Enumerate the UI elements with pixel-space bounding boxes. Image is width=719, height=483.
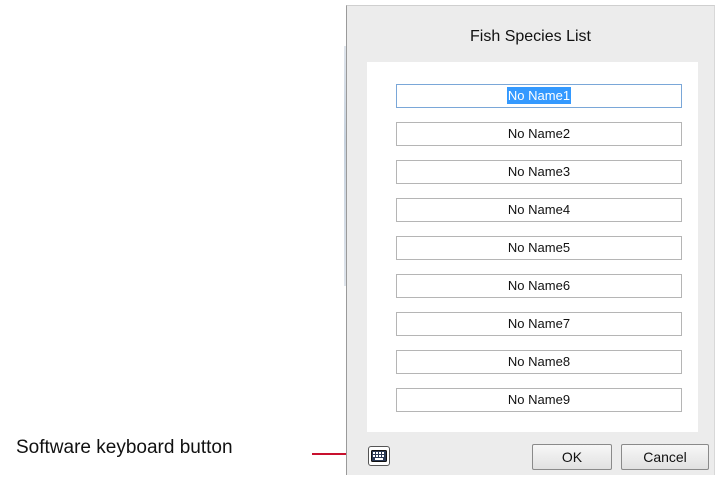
annotation-label: Software keyboard button — [16, 437, 233, 458]
species-name-field-4[interactable]: No Name4 — [396, 198, 682, 222]
species-name-field-7[interactable]: No Name7 — [396, 312, 682, 336]
species-name-field-8[interactable]: No Name8 — [396, 350, 682, 374]
species-name-field-2[interactable]: No Name2 — [396, 122, 682, 146]
species-name-field-5[interactable]: No Name5 — [396, 236, 682, 260]
dialog-title: Fish Species List — [470, 28, 591, 45]
species-name-field-3[interactable]: No Name3 — [396, 160, 682, 184]
species-list-panel: No Name1 No Name2 No Name3 No Name4 No N… — [367, 62, 698, 432]
software-keyboard-button[interactable] — [368, 446, 390, 466]
cancel-button[interactable]: Cancel — [621, 444, 709, 470]
species-name-field-6[interactable]: No Name6 — [396, 274, 682, 298]
species-name-field-1[interactable]: No Name1 — [396, 84, 682, 108]
fish-species-dialog: Fish Species List No Name1 No Name2 No N… — [344, 5, 715, 475]
keyboard-icon — [371, 450, 387, 462]
ok-button[interactable]: OK — [532, 444, 612, 470]
dialog-shadow-edge — [344, 46, 346, 286]
species-name-field-9[interactable]: No Name9 — [396, 388, 682, 412]
species-name-field-1-text: No Name1 — [506, 87, 572, 104]
